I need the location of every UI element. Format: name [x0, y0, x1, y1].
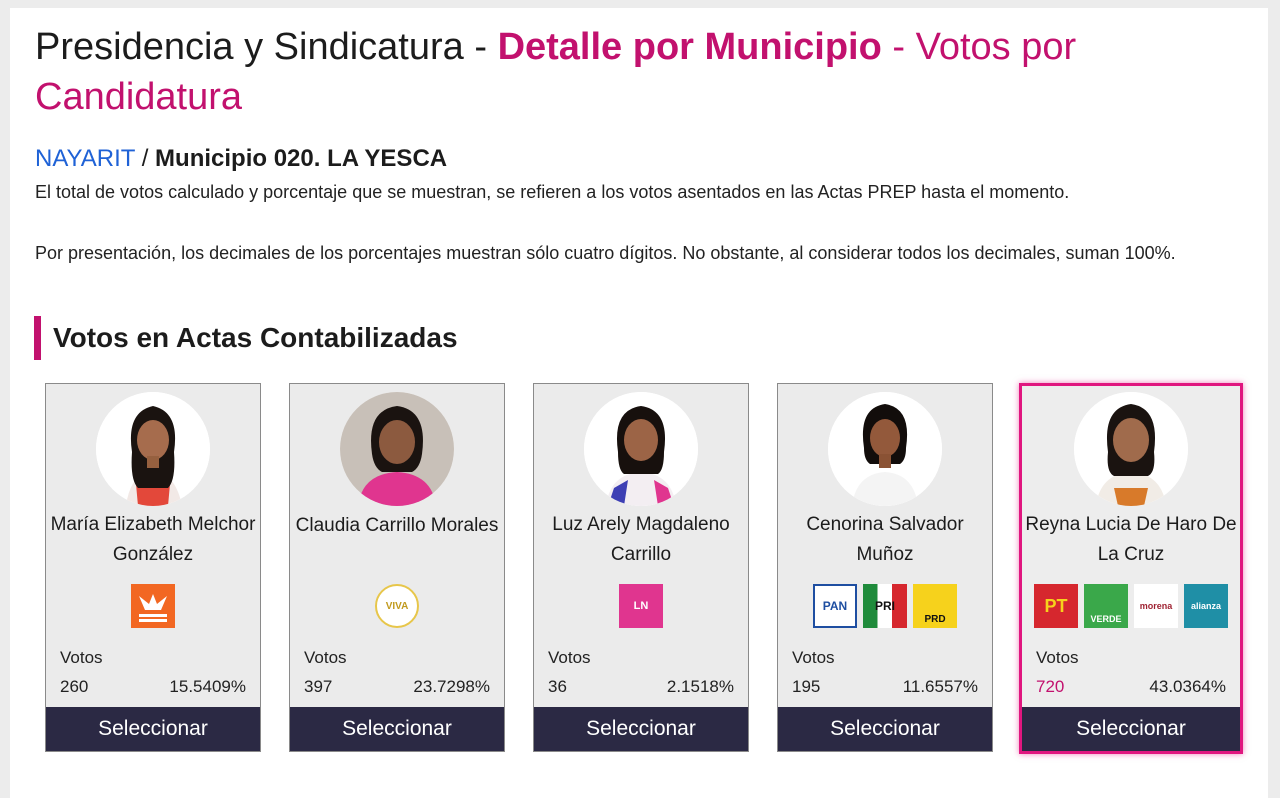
- pan-party-logo-icon: PAN: [813, 584, 857, 628]
- candidate-photo: [340, 392, 454, 506]
- party-logos: PAN PRI PRD: [778, 584, 992, 628]
- votes-label: Votos: [304, 648, 347, 667]
- section-title: Votos en Actas Contabilizadas: [34, 316, 458, 360]
- candidate-card[interactable]: María Elizabeth Melchor González Votos 2…: [45, 383, 261, 752]
- candidate-card-selected[interactable]: Reyna Lucia De Haro De La Cruz PT VERDE …: [1019, 383, 1243, 754]
- select-button[interactable]: Seleccionar: [778, 707, 992, 751]
- votes-count: 195: [792, 677, 821, 696]
- votes-count: 397: [304, 677, 333, 696]
- select-button[interactable]: Seleccionar: [534, 707, 748, 751]
- candidate-card[interactable]: Claudia Carrillo Morales VIVA Votos 397 …: [289, 383, 505, 752]
- page-title: Presidencia y Sindicatura - Detalle por …: [35, 22, 1215, 122]
- candidate-photo: [96, 392, 210, 506]
- candidate-photo: [1074, 392, 1188, 506]
- pri-party-logo-icon: PRI: [863, 584, 907, 628]
- breadcrumb-municipality: Municipio 020. LA YESCA: [155, 145, 448, 172]
- votes-percent: 15.5409%: [169, 677, 246, 696]
- viva-party-logo-icon: VIVA: [375, 584, 419, 628]
- votes-label: Votos: [548, 648, 591, 667]
- note-decimals: Por presentación, los decimales de los p…: [35, 243, 1176, 263]
- votes-count: 36: [548, 677, 567, 696]
- candidate-name: María Elizabeth Melchor González: [50, 514, 256, 565]
- select-button[interactable]: Seleccionar: [290, 707, 504, 751]
- title-highlight: Detalle por Municipio: [497, 26, 882, 68]
- candidate-name: Cenorina Salvador Muñoz: [806, 514, 964, 565]
- votes-percent: 23.7298%: [413, 677, 490, 696]
- verde-party-logo-icon: VERDE: [1084, 584, 1128, 628]
- votes-label: Votos: [60, 648, 103, 667]
- select-button[interactable]: Seleccionar: [46, 707, 260, 751]
- votes-count: 260: [60, 677, 89, 696]
- candidate-photo: [584, 392, 698, 506]
- votes-percent: 2.1518%: [666, 677, 734, 696]
- note-total-votes: El total de votos calculado y porcentaje…: [35, 182, 1070, 202]
- morena-party-logo-icon: morena: [1134, 584, 1178, 628]
- votes-count: 720: [1036, 677, 1065, 696]
- breadcrumb-state-link[interactable]: NAYARIT: [35, 145, 135, 172]
- select-button[interactable]: Seleccionar: [1022, 707, 1240, 751]
- candidate-name: Reyna Lucia De Haro De La Cruz: [1025, 514, 1237, 565]
- candidate-name: Luz Arely Magdaleno Carrillo: [552, 514, 730, 565]
- page: Presidencia y Sindicatura - Detalle por …: [10, 8, 1268, 798]
- votes-label: Votos: [1036, 648, 1079, 667]
- title-prefix: Presidencia y Sindicatura -: [35, 26, 498, 68]
- pt-party-logo-icon: PT: [1034, 584, 1078, 628]
- prd-party-logo-icon: PRD: [913, 584, 957, 628]
- party-logos: LN: [534, 584, 748, 628]
- party-logos: VIVA: [290, 584, 504, 628]
- breadcrumb: NAYARIT / Municipio 020. LA YESCA: [35, 144, 447, 174]
- party-logos: PT VERDE morena alianza: [1022, 584, 1240, 628]
- candidate-name: Claudia Carrillo Morales: [295, 515, 499, 536]
- alianza-party-logo-icon: alianza: [1184, 584, 1228, 628]
- votes-percent: 11.6557%: [902, 677, 978, 696]
- movimiento-ciudadano-logo-icon: [131, 584, 175, 628]
- breadcrumb-separator: /: [135, 145, 156, 172]
- candidate-photo: [828, 392, 942, 506]
- ln-party-logo-icon: LN: [619, 584, 663, 628]
- candidate-card[interactable]: Cenorina Salvador Muñoz PAN PRI PRD Voto…: [777, 383, 993, 752]
- votes-percent: 43.0364%: [1149, 677, 1226, 696]
- party-logos: [46, 584, 260, 628]
- votes-label: Votos: [792, 648, 835, 667]
- candidate-card[interactable]: Luz Arely Magdaleno Carrillo LN Votos 36…: [533, 383, 749, 752]
